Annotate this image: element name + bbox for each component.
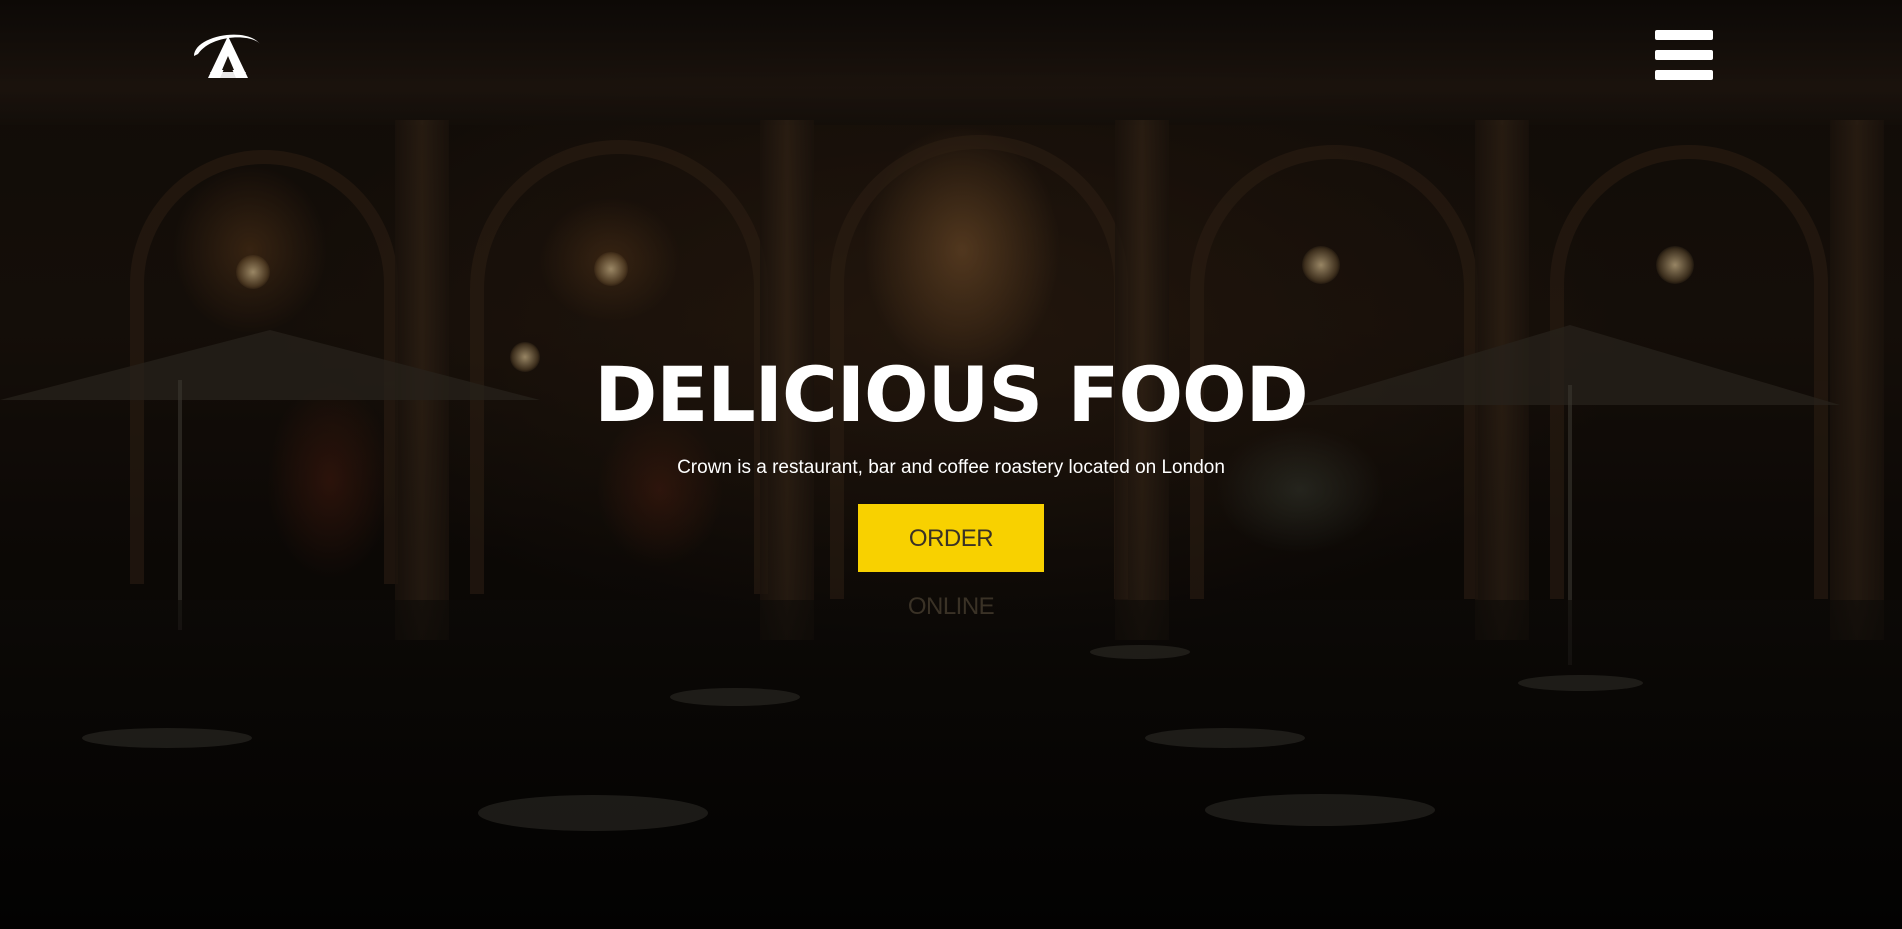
menu-bar-bottom — [1655, 70, 1713, 80]
menu-bar-middle — [1655, 50, 1713, 60]
hero-content: DELICIOUS FOOD Crown is a restaurant, ba… — [0, 350, 1902, 620]
menu-bar-top — [1655, 30, 1713, 40]
crown-logo[interactable] — [188, 26, 264, 82]
hero-section: DELICIOUS FOOD Crown is a restaurant, ba… — [0, 0, 1902, 929]
hero-subtitle: Crown is a restaurant, bar and coffee ro… — [677, 457, 1225, 478]
crown-a-logo-icon — [194, 34, 260, 78]
hero-title: DELICIOUS FOOD — [594, 350, 1309, 439]
order-online-button[interactable]: ORDER ONLINE — [858, 504, 1044, 620]
hamburger-menu-icon[interactable] — [1655, 28, 1713, 82]
